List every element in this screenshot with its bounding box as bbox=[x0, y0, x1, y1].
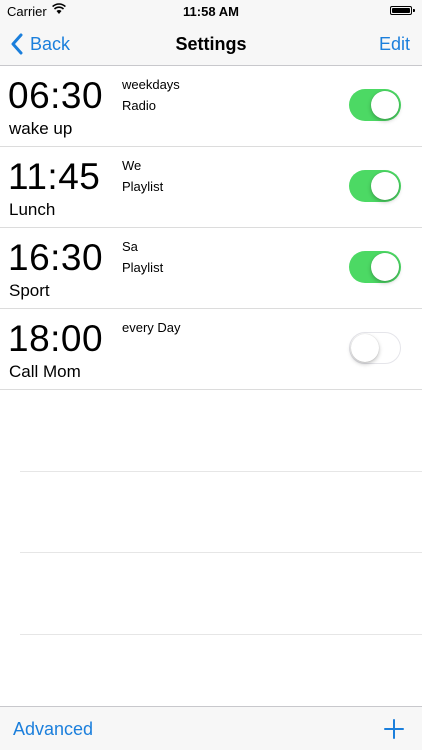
alarm-row[interactable]: 11:45 Lunch We Playlist bbox=[0, 147, 422, 228]
alarm-toggle[interactable] bbox=[349, 89, 401, 121]
alarm-toggle[interactable] bbox=[349, 251, 401, 283]
navigation-bar: Back Settings Edit bbox=[0, 22, 422, 66]
advanced-button[interactable]: Advanced bbox=[13, 719, 93, 740]
page-title: Settings bbox=[175, 34, 247, 54]
screen: Carrier 11:58 AM Back Settings Edit 06:3… bbox=[0, 0, 422, 750]
alarm-days: We bbox=[122, 158, 142, 173]
alarm-row[interactable]: 16:30 Sport Sa Playlist bbox=[0, 228, 422, 309]
alarm-toggle[interactable] bbox=[349, 170, 401, 202]
alarm-days: every Day bbox=[122, 320, 181, 335]
alarm-row[interactable]: 18:00 Call Mom every Day bbox=[0, 309, 422, 390]
empty-row-separator bbox=[20, 471, 422, 472]
bottom-toolbar: Advanced bbox=[0, 706, 422, 750]
alarm-list: 06:30 wake up weekdays Radio 11:45 Lunch… bbox=[0, 66, 422, 390]
alarm-label: Lunch bbox=[9, 200, 56, 219]
alarm-sound: Playlist bbox=[122, 179, 164, 194]
plus-icon[interactable] bbox=[384, 719, 404, 739]
alarm-label: Call Mom bbox=[9, 362, 81, 381]
alarm-days: weekdays bbox=[122, 77, 180, 92]
edit-button[interactable]: Edit bbox=[379, 34, 410, 55]
status-bar: Carrier 11:58 AM bbox=[0, 0, 422, 22]
alarm-label: Sport bbox=[9, 281, 50, 300]
status-time: 11:58 AM bbox=[183, 4, 239, 19]
alarm-sound: Radio bbox=[122, 98, 156, 113]
alarm-time: 16:30 bbox=[8, 237, 104, 278]
alarm-sound: Playlist bbox=[122, 260, 164, 275]
alarm-toggle[interactable] bbox=[349, 332, 401, 364]
alarm-row[interactable]: 06:30 wake up weekdays Radio bbox=[0, 66, 422, 147]
empty-row-separator bbox=[20, 634, 422, 635]
alarm-time: 18:00 bbox=[8, 318, 104, 359]
alarm-time: 06:30 bbox=[8, 75, 104, 116]
alarm-time: 11:45 bbox=[8, 156, 101, 197]
alarm-days: Sa bbox=[122, 239, 138, 254]
battery-icon bbox=[390, 6, 415, 15]
alarm-label: wake up bbox=[9, 119, 73, 138]
empty-row-separator bbox=[20, 552, 422, 553]
